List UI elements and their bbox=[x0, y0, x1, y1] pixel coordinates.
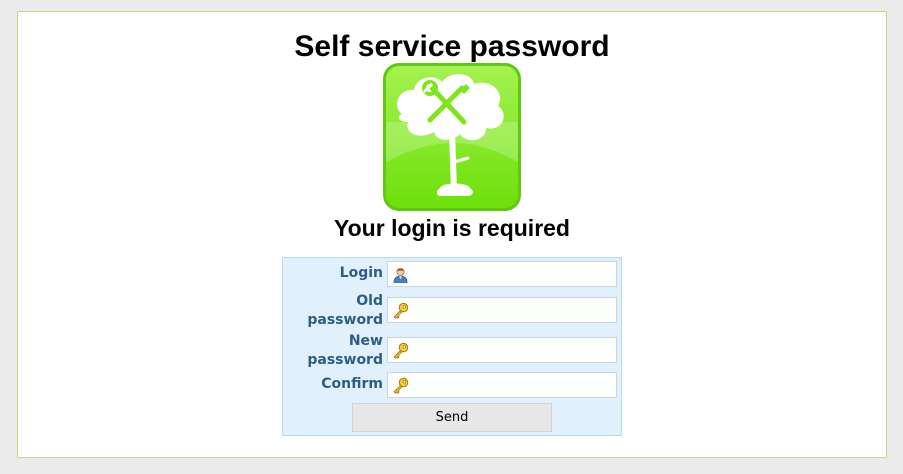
old-password-input[interactable] bbox=[412, 300, 612, 320]
old-password-label: Old password bbox=[307, 293, 383, 328]
ltb-tree-logo bbox=[383, 63, 521, 211]
page-title: Self service password bbox=[294, 30, 610, 63]
login-field[interactable] bbox=[387, 261, 617, 287]
login-input[interactable] bbox=[412, 264, 612, 284]
old-password-field[interactable] bbox=[387, 297, 617, 323]
new-password-field[interactable] bbox=[387, 337, 617, 363]
send-button[interactable]: Send bbox=[352, 403, 552, 432]
new-password-input[interactable] bbox=[412, 340, 612, 360]
confirm-password-label: Confirm bbox=[321, 376, 383, 392]
login-required-heading: Your login is required bbox=[334, 215, 570, 241]
confirm-password-input[interactable] bbox=[412, 375, 612, 395]
confirm-password-field[interactable] bbox=[387, 372, 617, 398]
key-icon bbox=[392, 302, 409, 319]
password-change-form: Login Old password New password Confirm … bbox=[282, 257, 622, 436]
login-label: Login bbox=[339, 265, 383, 281]
key-icon bbox=[392, 342, 409, 359]
user-icon bbox=[392, 266, 409, 283]
key-icon bbox=[392, 377, 409, 394]
main-container: Self service password Your login is requ… bbox=[17, 11, 887, 458]
new-password-label: New password bbox=[307, 333, 383, 368]
